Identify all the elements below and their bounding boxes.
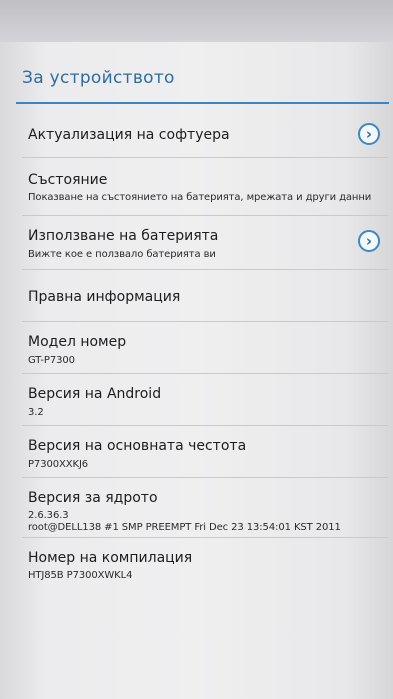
item-value: 2.6.36.3 bbox=[28, 510, 69, 521]
item-build-number[interactable]: Номер на компилация HTJ85B P7300XWKL4 bbox=[22, 538, 388, 586]
item-model-number: Модел номер GT-P7300 bbox=[22, 322, 388, 374]
item-baseband-version: Версия на основната честота P7300XXKJ6 bbox=[22, 426, 388, 478]
item-battery-use[interactable]: Използване на батерията Вижте кое е полз… bbox=[22, 216, 388, 270]
item-label: Версия за ядрото bbox=[28, 490, 158, 506]
chevron-right-icon: › bbox=[358, 230, 380, 252]
settings-list: Актуализация на софтуера › Състояние Пок… bbox=[22, 108, 388, 586]
item-value: GT-P7300 bbox=[28, 355, 75, 366]
item-label: Версия на основната честота bbox=[28, 438, 247, 454]
screen: За устройството Актуализация на софтуера… bbox=[0, 0, 393, 699]
item-label: Модел номер bbox=[28, 334, 127, 350]
status-bar bbox=[0, 0, 393, 42]
item-label: Версия на Android bbox=[28, 386, 162, 402]
item-legal-info[interactable]: Правна информация bbox=[22, 270, 388, 322]
item-label: Номер на компилация bbox=[28, 550, 193, 566]
item-value: P7300XXKJ6 bbox=[28, 459, 89, 470]
item-value: 3.2 bbox=[28, 407, 44, 418]
item-label: Състояние bbox=[28, 172, 108, 188]
item-label: Използване на батерията bbox=[28, 228, 219, 244]
item-value: HTJ85B P7300XWKL4 bbox=[28, 570, 133, 581]
item-kernel-version: Версия за ядрото 2.6.36.3 root@DELL138 #… bbox=[22, 478, 388, 538]
settings-header: За устройството bbox=[8, 56, 393, 104]
item-software-update[interactable]: Актуализация на софтуера › bbox=[22, 108, 388, 158]
page-title: За устройството bbox=[22, 68, 175, 88]
chevron-right-icon: › bbox=[358, 123, 380, 145]
item-summary: Показване на състоянието на батерията, м… bbox=[28, 192, 372, 203]
item-android-version[interactable]: Версия на Android 3.2 bbox=[22, 374, 388, 426]
item-status[interactable]: Състояние Показване на състоянието на ба… bbox=[22, 158, 388, 216]
header-divider bbox=[16, 102, 389, 104]
item-label: Правна информация bbox=[28, 289, 181, 305]
item-label: Актуализация на софтуера bbox=[28, 127, 230, 143]
item-summary: Вижте кое е ползвало батерията ви bbox=[28, 249, 216, 260]
item-value-secondary: root@DELL138 #1 SMP PREEMPT Fri Dec 23 1… bbox=[28, 522, 341, 533]
